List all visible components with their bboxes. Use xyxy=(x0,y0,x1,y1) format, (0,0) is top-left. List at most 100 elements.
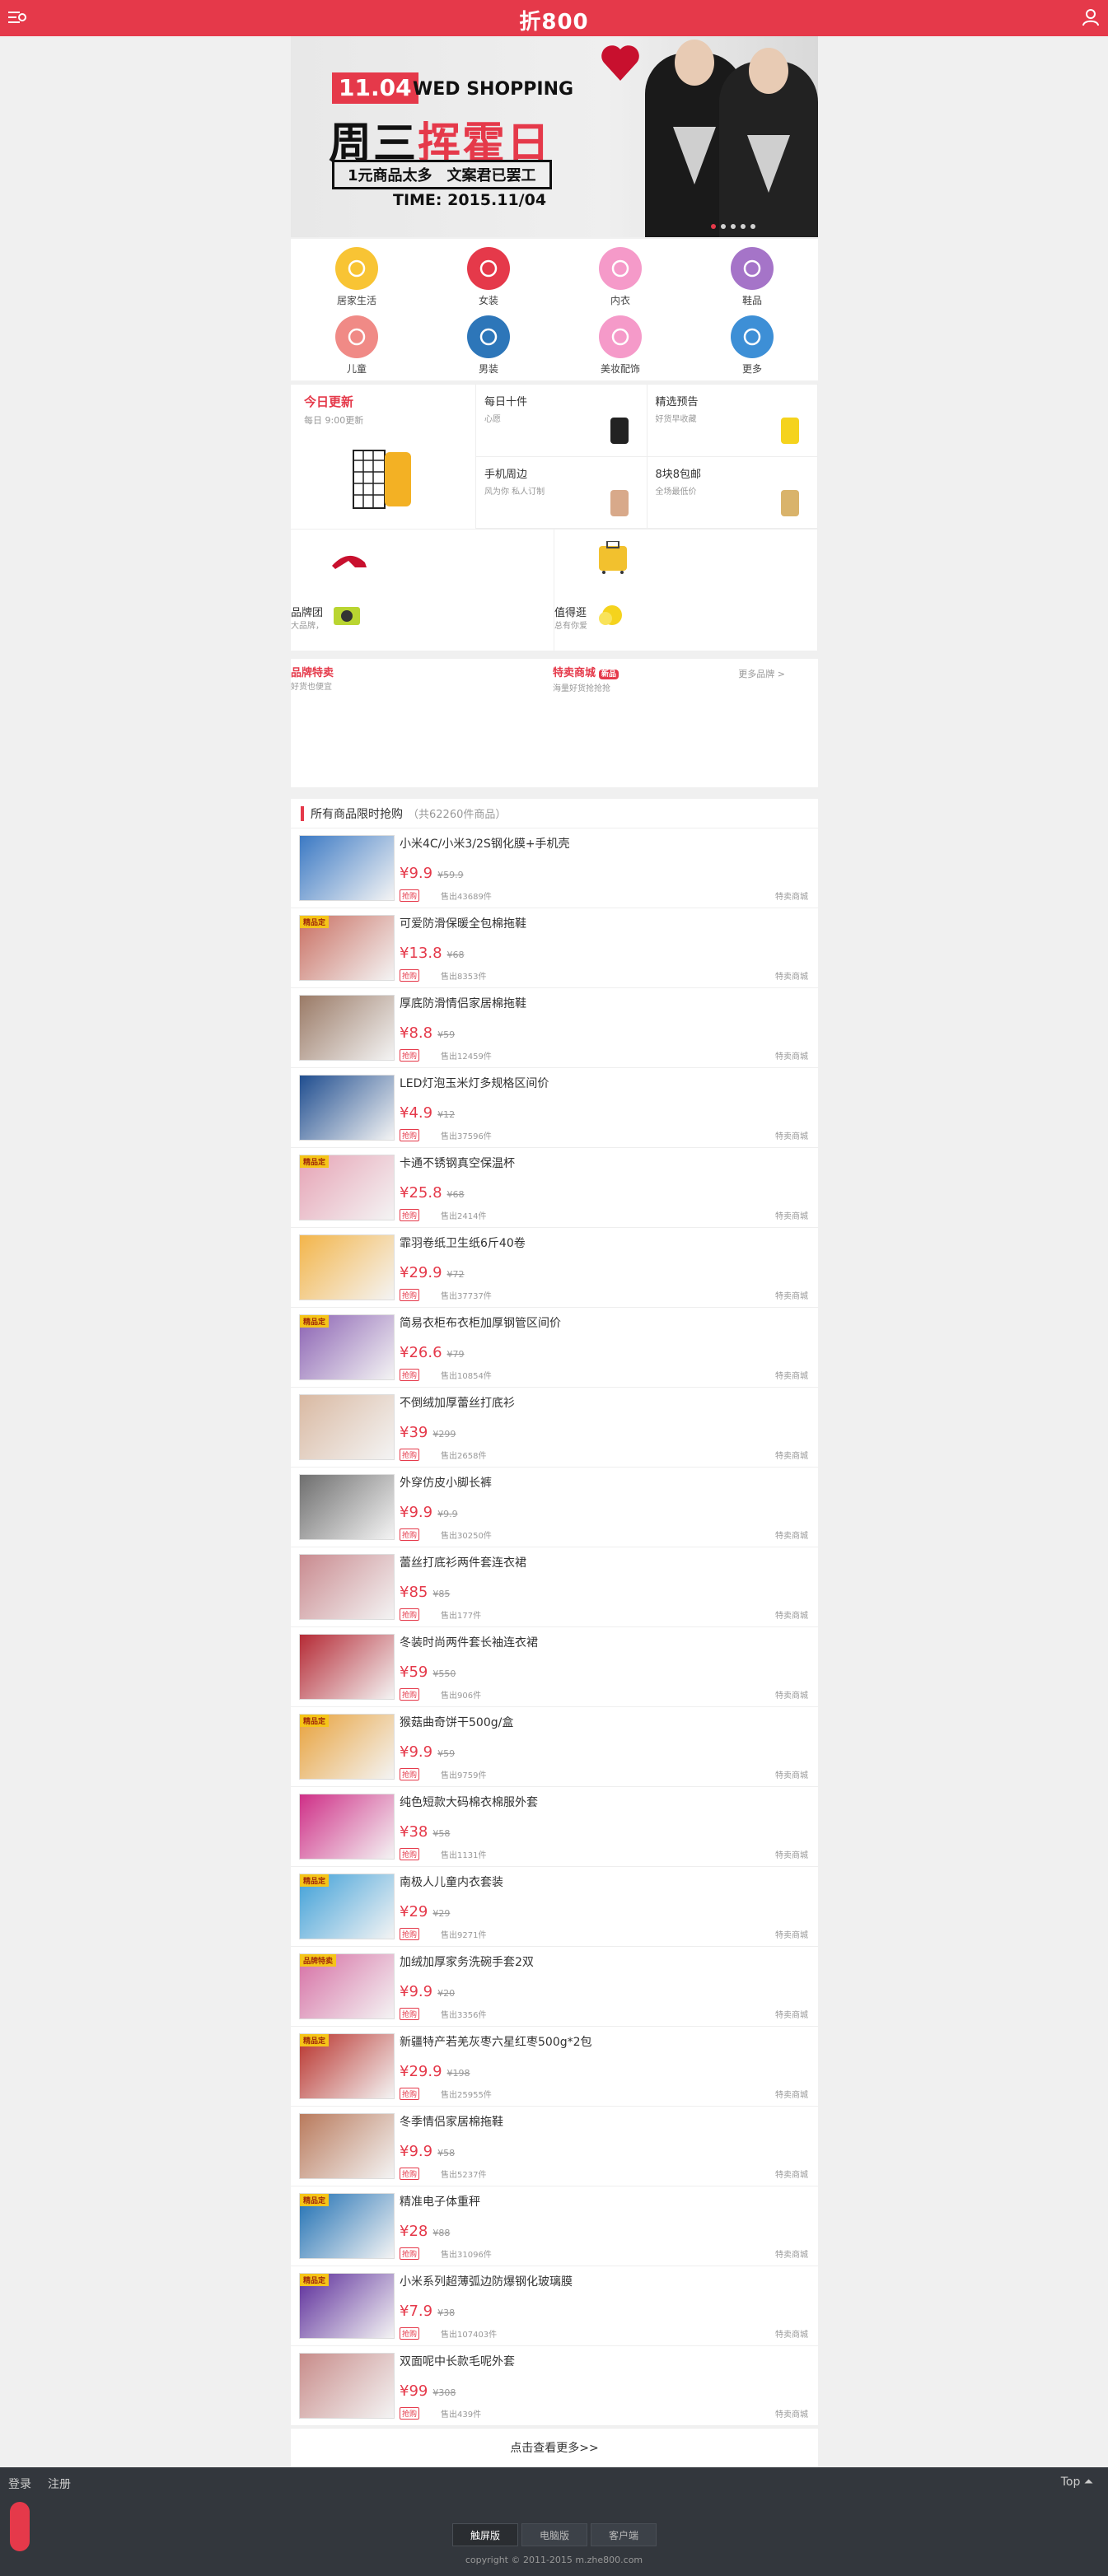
pc-version-button[interactable]: 电脑版 xyxy=(521,2523,587,2546)
product-item[interactable]: 霏羽卷纸卫生纸6斤40卷 ¥29.9 ¥72 抢购 售出37737件 特卖商城 xyxy=(291,1228,818,1308)
carousel-dot[interactable] xyxy=(750,224,755,229)
product-item[interactable]: 冬装时尚两件套长袖连衣裙 ¥59 ¥550 抢购 售出906件 特卖商城 xyxy=(291,1627,818,1707)
price-original: ¥20 xyxy=(437,1988,456,1999)
carousel-dot[interactable] xyxy=(711,224,716,229)
product-badge: 精品定 xyxy=(300,1715,330,1727)
flash-sale-tag: 抢购 xyxy=(400,1848,420,1860)
product-price: ¥85 ¥85 xyxy=(400,1584,450,1601)
product-title: 精准电子体重秤 xyxy=(400,2196,480,2209)
product-price: ¥9.9 ¥58 xyxy=(400,2143,455,2160)
touch-version-button[interactable]: 触屏版 xyxy=(452,2523,518,2546)
list-count: （共62260件商品） xyxy=(408,809,507,821)
category-item[interactable]: 男装 xyxy=(423,315,554,376)
product-title: 冬装时尚两件套长袖连衣裙 xyxy=(400,1636,538,1650)
carousel-dots[interactable] xyxy=(711,224,755,229)
product-badge: 精品定 xyxy=(300,1315,330,1328)
feature-cell-title: 手机周边 xyxy=(484,468,528,481)
price-current: ¥9.9 xyxy=(400,1983,433,2000)
category-item[interactable]: 居家生活 xyxy=(291,247,423,307)
back-to-top-button[interactable]: Top ⏶ xyxy=(1061,2476,1093,2489)
user-icon[interactable] xyxy=(1082,8,1100,26)
mall-link[interactable]: 特卖商城 新品 海量好货抢抢抢 xyxy=(553,664,619,693)
feature-cell[interactable]: 8块8包邮 全场最低价 xyxy=(647,456,818,529)
sold-count: 售出3356件 xyxy=(441,2011,487,2020)
shop-name: 特卖商城 xyxy=(775,973,808,982)
category-item[interactable]: 更多 xyxy=(686,315,818,376)
login-link[interactable]: 登录 xyxy=(8,2476,31,2492)
promo-banner[interactable]: 11.04 WED SHOPPING 周三挥霍日 1元商品太多 文案君已罢工 T… xyxy=(291,36,818,237)
brand-sale-link[interactable]: 品牌特卖 好货也便宜 xyxy=(291,664,334,692)
category-item[interactable]: 美妆配饰 xyxy=(554,315,686,376)
product-item[interactable]: 品牌特卖 加绒加厚家务洗碗手套2双 ¥9.9 ¥20 抢购 售出3356件 特卖商城 xyxy=(291,1947,818,2027)
category-item[interactable]: 内衣 xyxy=(554,247,686,307)
category-item[interactable]: 鞋品 xyxy=(686,247,818,307)
product-item[interactable]: 精品定 南极人儿童内衣套装 ¥29 ¥29 抢购 售出9271件 特卖商城 xyxy=(291,1867,818,1947)
product-image: 精品定 xyxy=(299,2193,395,2259)
security-badge-icon xyxy=(10,2502,30,2551)
product-item[interactable]: 精品定 精准电子体重秤 ¥28 ¥88 抢购 售出31096件 特卖商城 xyxy=(291,2186,818,2266)
site-logo[interactable]: 折800 xyxy=(0,5,1108,35)
dress-icon xyxy=(467,247,510,290)
carousel-dot[interactable] xyxy=(721,224,726,229)
carousel-dot[interactable] xyxy=(741,224,746,229)
worth-browse-card[interactable]: 值得逛 总有你爱 xyxy=(554,530,818,651)
product-item[interactable]: LED灯泡玉米灯多规格区间价 ¥4.9 ¥12 抢购 售出37596件 特卖商城 xyxy=(291,1068,818,1148)
category-item[interactable]: 儿童 xyxy=(291,315,423,376)
mall-sub: 海量好货抢抢抢 xyxy=(553,684,610,693)
feature-cell[interactable]: 手机周边 风为你 私人订制 xyxy=(476,456,648,529)
product-item[interactable]: 不倒绒加厚蕾丝打底衫 ¥39 ¥299 抢购 售出2658件 特卖商城 xyxy=(291,1388,818,1468)
product-item[interactable]: 精品定 简易衣柜布衣柜加厚钢管区间价 ¥26.6 ¥79 抢购 售出10854件 特卖商城 xyxy=(291,1308,818,1388)
lemon-image xyxy=(599,605,622,625)
price-original: ¥68 xyxy=(446,950,465,960)
feature-cell[interactable]: 精选预告 好货早收藏 xyxy=(647,385,818,457)
carousel-dot[interactable] xyxy=(731,224,736,229)
sold-count: 售出906件 xyxy=(441,1692,482,1701)
flash-sale-tag: 抢购 xyxy=(400,2088,420,2100)
flash-sale-tag: 抢购 xyxy=(400,1289,420,1301)
product-price: ¥26.6 ¥79 xyxy=(400,1344,465,1361)
price-current: ¥8.8 xyxy=(400,1024,433,1042)
product-image: 精品定 xyxy=(299,915,395,981)
category-item[interactable]: 女装 xyxy=(423,247,554,307)
product-price: ¥28 ¥88 xyxy=(400,2223,450,2240)
product-item[interactable]: 双面呢中长款毛呢外套 ¥99 ¥308 抢购 售出439件 特卖商城 xyxy=(291,2346,818,2426)
category-nav: 居家生活 女装 内衣 鞋品儿童 男装 美妆配饰 更多 xyxy=(291,239,818,380)
product-price: ¥7.9 ¥38 xyxy=(400,2303,455,2320)
product-price: ¥25.8 ¥68 xyxy=(400,1184,465,1202)
product-price: ¥9.9 ¥9.9 xyxy=(400,1504,458,1521)
brand-group-card[interactable]: 品牌团 大品牌， xyxy=(291,530,554,651)
today-update-title: 今日更新 xyxy=(304,394,354,409)
flash-sale-tag: 抢购 xyxy=(400,1369,420,1381)
price-original: ¥38 xyxy=(437,2308,456,2318)
product-title: 南极人儿童内衣套装 xyxy=(400,1876,503,1889)
shirt-icon xyxy=(467,315,510,358)
product-item[interactable]: 冬季情侣家居棉拖鞋 ¥9.9 ¥58 抢购 售出5237件 特卖商城 xyxy=(291,2107,818,2186)
sold-count: 售出37737件 xyxy=(441,1292,492,1301)
grid-icon xyxy=(731,315,774,358)
model-image-female xyxy=(719,48,818,237)
product-item[interactable]: 外穿仿皮小脚长裤 ¥9.9 ¥9.9 抢购 售出30250件 特卖商城 xyxy=(291,1468,818,1547)
feature-cell[interactable]: 每日十件 心愿 xyxy=(476,385,648,457)
product-item[interactable]: 精品定 新疆特产若羌灰枣六星红枣500g*2包 ¥29.9 ¥198 抢购 售出25955… xyxy=(291,2027,818,2107)
flash-sale-tag: 抢购 xyxy=(400,1688,420,1701)
product-item[interactable]: 蕾丝打底衫两件套连衣裙 ¥85 ¥85 抢购 售出177件 特卖商城 xyxy=(291,1547,818,1627)
price-current: ¥29 xyxy=(400,1903,428,1920)
product-item[interactable]: 精品定 小米系列超薄弧边防爆钢化玻璃膜 ¥7.9 ¥38 抢购 售出107403件 特卖商城 xyxy=(291,2266,818,2346)
more-brands-link[interactable]: 更多品牌 > xyxy=(738,667,785,680)
product-item[interactable]: 小米4C/小米3/2S钢化膜+手机壳 ¥9.9 ¥59.9 抢购 售出43689件 特卖商… xyxy=(291,828,818,908)
product-price: ¥13.8 ¥68 xyxy=(400,945,465,962)
register-link[interactable]: 注册 xyxy=(48,2476,71,2492)
copyright: copyright © 2011-2015 m.zhe800.com xyxy=(465,2555,643,2565)
list-header: 所有商品限时抢购 （共62260件商品） xyxy=(291,799,818,828)
product-item[interactable]: 厚底防滑情侣家居棉拖鞋 ¥8.8 ¥59 抢购 售出12459件 特卖商城 xyxy=(291,988,818,1068)
product-item[interactable]: 精品定 猴菇曲奇饼干500g/盒 ¥9.9 ¥59 抢购 售出9759件 特卖商城 xyxy=(291,1707,818,1787)
app-version-button[interactable]: 客户端 xyxy=(591,2523,657,2546)
product-item[interactable]: 精品定 可爱防滑保暖全包棉拖鞋 ¥13.8 ¥68 抢购 售出8353件 特卖商城 xyxy=(291,908,818,988)
shop-name: 特卖商城 xyxy=(775,1612,808,1621)
load-more-button[interactable]: 点击查看更多>> xyxy=(291,2428,818,2467)
today-update-panel[interactable]: 今日更新 每日 9:00更新 xyxy=(291,385,476,529)
product-item[interactable]: 纯色短款大码棉衣棉服外套 ¥38 ¥58 抢购 售出1131件 特卖商城 xyxy=(291,1787,818,1867)
brand-group-sub: 大品牌， xyxy=(291,622,324,631)
product-price: ¥29.9 ¥72 xyxy=(400,1264,465,1281)
product-item[interactable]: 精品定 卡通不锈钢真空保温杯 ¥25.8 ¥68 抢购 售出2414件 特卖商城 xyxy=(291,1148,818,1228)
